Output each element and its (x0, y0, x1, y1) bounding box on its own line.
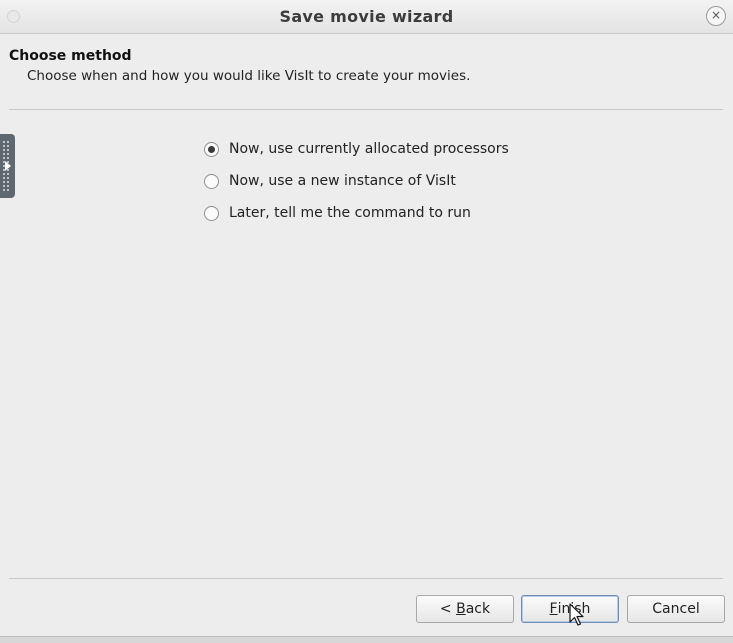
back-button-prefix: < (439, 601, 457, 617)
window-title: Save movie wizard (279, 7, 454, 26)
radio-label[interactable]: Later, tell me the command to run (229, 205, 471, 221)
radio-option-current-processors[interactable]: Now, use currently allocated processors (204, 133, 509, 165)
back-button-label: ack (465, 601, 491, 617)
close-button[interactable]: × (706, 6, 726, 26)
arrow-right-icon (5, 161, 11, 171)
radio-button[interactable] (204, 205, 219, 221)
footer-divider (9, 578, 723, 579)
radio-label[interactable]: Now, use a new instance of VisIt (229, 173, 456, 189)
page-title: Choose method (9, 48, 132, 64)
radio-label[interactable]: Now, use currently allocated processors (229, 141, 509, 157)
cancel-button[interactable]: Cancel (627, 595, 725, 623)
panel-expand-handle-icon[interactable] (0, 134, 15, 198)
page-subtitle: Choose when and how you would like VisIt… (27, 68, 471, 84)
header-divider (9, 109, 723, 110)
method-radio-group: Now, use currently allocated processors … (204, 133, 509, 229)
radio-button-checked[interactable] (204, 141, 219, 157)
mouse-pointer-icon (569, 603, 584, 626)
radio-option-later-command[interactable]: Later, tell me the command to run (204, 197, 509, 229)
radio-button[interactable] (204, 173, 219, 189)
title-bar: Save movie wizard × (0, 0, 733, 34)
back-button-mnemonic: B (456, 601, 466, 617)
back-button[interactable]: < Back (416, 595, 514, 623)
finish-button-mnemonic: F (549, 601, 558, 617)
radio-option-new-instance[interactable]: Now, use a new instance of VisIt (204, 165, 509, 197)
